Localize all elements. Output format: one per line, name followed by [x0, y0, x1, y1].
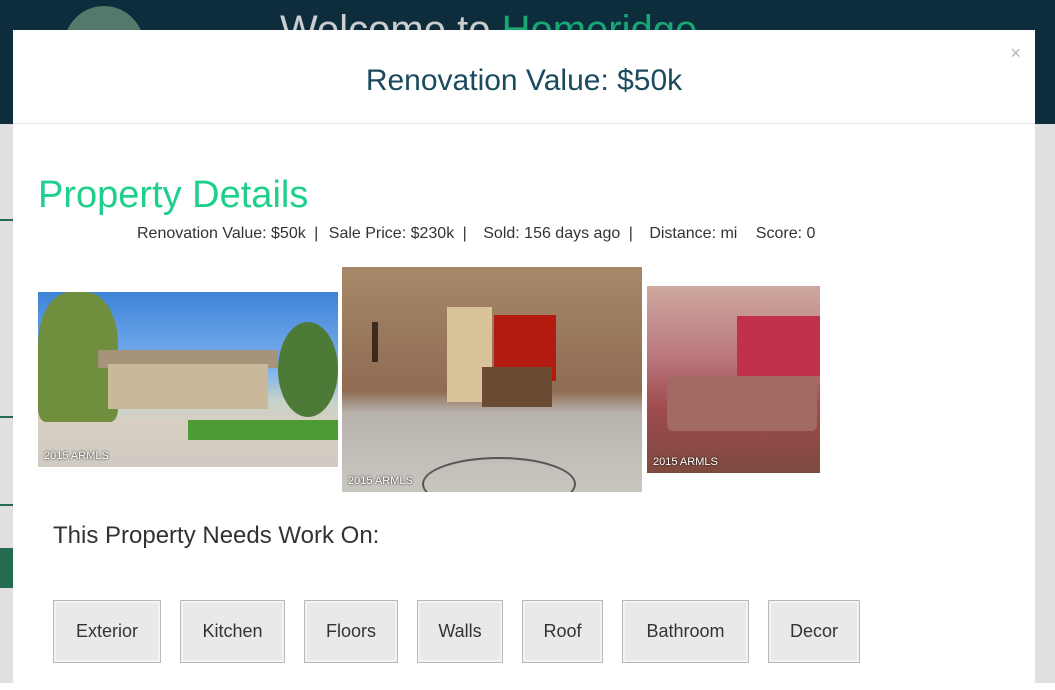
close-icon[interactable]: ×: [1010, 44, 1021, 62]
distance: Distance: mi: [649, 225, 738, 242]
property-photo-interior[interactable]: 2015 ARMLS: [342, 267, 642, 492]
property-details-heading: Property Details: [38, 174, 309, 216]
photo-watermark: 2015 ARMLS: [348, 475, 413, 487]
modal-header: Renovation Value: $50k ×: [13, 30, 1035, 124]
needs-work-exterior-button[interactable]: Exterior: [53, 600, 161, 663]
needs-work-bathroom-button[interactable]: Bathroom: [622, 600, 749, 663]
needs-work-kitchen-button[interactable]: Kitchen: [180, 600, 285, 663]
property-photo-exterior[interactable]: 2015 ARMLS: [38, 292, 338, 467]
needs-work-walls-button[interactable]: Walls: [417, 600, 503, 663]
sold-days: Sold: 156 days ago: [483, 225, 621, 242]
stat-separator: |: [462, 225, 467, 242]
score: Score: 0: [755, 225, 816, 242]
modal-title: Renovation Value: $50k: [365, 64, 683, 97]
photo-watermark: 2015 ARMLS: [653, 456, 718, 468]
renovation-value: Renovation Value: $50k: [137, 225, 306, 242]
needs-work-decor-button[interactable]: Decor: [768, 600, 860, 663]
property-photo-living-room[interactable]: 2015 ARMLS: [647, 286, 820, 473]
needs-work-floors-button[interactable]: Floors: [304, 600, 398, 663]
stat-separator: |: [628, 225, 633, 242]
property-stats: Renovation Value: $50k | Sale Price: $23…: [137, 225, 815, 243]
stat-separator: |: [314, 225, 319, 242]
photo-watermark: 2015 ARMLS: [44, 450, 109, 462]
sale-price: Sale Price: $230k: [328, 225, 455, 242]
needs-work-heading: This Property Needs Work On:: [53, 522, 380, 549]
property-modal: Renovation Value: $50k × Property Detail…: [13, 30, 1035, 690]
needs-work-roof-button[interactable]: Roof: [522, 600, 603, 663]
